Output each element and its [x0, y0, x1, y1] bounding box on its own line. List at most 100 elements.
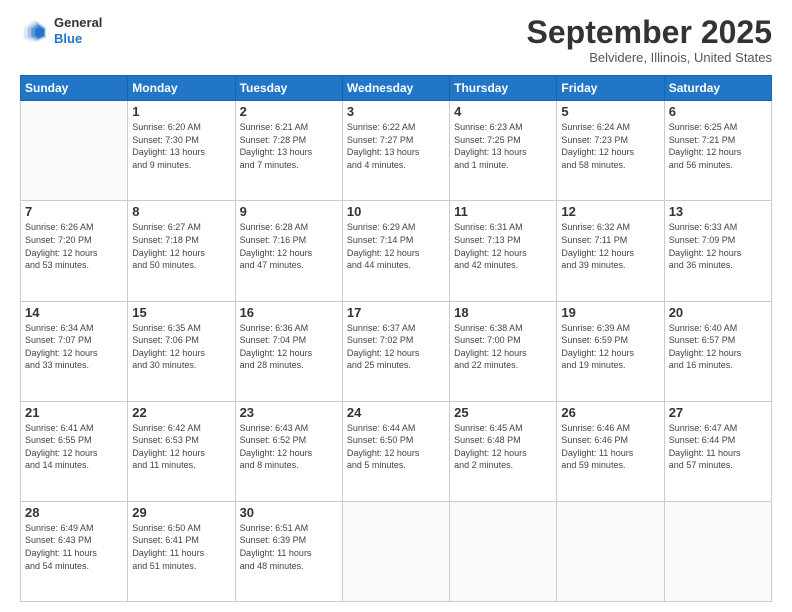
day-number: 18 [454, 305, 552, 320]
day-info: Sunrise: 6:42 AM Sunset: 6:53 PM Dayligh… [132, 422, 230, 472]
day-info: Sunrise: 6:36 AM Sunset: 7:04 PM Dayligh… [240, 322, 338, 372]
calendar-cell: 26 Sunrise: 6:46 AM Sunset: 6:46 PM Dayli… [557, 401, 664, 501]
calendar-cell: 4Sunrise: 6:23 AM Sunset: 7:25 PM Daylig… [450, 101, 557, 201]
calendar-cell: 19 Sunrise: 6:39 AM Sunset: 6:59 PM Dayli… [557, 301, 664, 401]
calendar-cell: 9 Sunrise: 6:28 AM Sunset: 7:16 PM Daylig… [235, 201, 342, 301]
day-number: 8 [132, 204, 230, 219]
title-section: September 2025 Belvidere, Illinois, Unit… [527, 15, 772, 65]
calendar-cell: 7Sunrise: 6:26 AM Sunset: 7:20 PM Daylig… [21, 201, 128, 301]
day-number: 11 [454, 204, 552, 219]
day-number: 14 [25, 305, 123, 320]
day-info: Sunrise: 6:28 AM Sunset: 7:16 PM Dayligh… [240, 221, 338, 271]
logo: General Blue [20, 15, 102, 46]
calendar-cell: 27 Sunrise: 6:47 AM Sunset: 6:44 PM Dayli… [664, 401, 771, 501]
day-info: Sunrise: 6:23 AM Sunset: 7:25 PM Dayligh… [454, 121, 552, 171]
day-number: 25 [454, 405, 552, 420]
day-info: Sunrise: 6:31 AM Sunset: 7:13 PM Dayligh… [454, 221, 552, 271]
day-info: Sunrise: 6:49 AM Sunset: 6:43 PM Dayligh… [25, 522, 123, 572]
calendar-header-sunday: Sunday [21, 76, 128, 101]
calendar-cell: 5 Sunrise: 6:24 AM Sunset: 7:23 PM Daylig… [557, 101, 664, 201]
calendar-cell: 2Sunrise: 6:21 AM Sunset: 7:28 PM Daylig… [235, 101, 342, 201]
location: Belvidere, Illinois, United States [527, 50, 772, 65]
day-info: Sunrise: 6:20 AM Sunset: 7:30 PM Dayligh… [132, 121, 230, 171]
calendar-cell: 28 Sunrise: 6:49 AM Sunset: 6:43 PM Dayli… [21, 501, 128, 601]
day-number: 28 [25, 505, 123, 520]
day-info: Sunrise: 6:25 AM Sunset: 7:21 PM Dayligh… [669, 121, 767, 171]
calendar-cell: 1 Sunrise: 6:20 AM Sunset: 7:30 PM Daylig… [128, 101, 235, 201]
day-number: 9 [240, 204, 338, 219]
calendar-cell: 10 Sunrise: 6:29 AM Sunset: 7:14 PM Dayli… [342, 201, 449, 301]
calendar-header-thursday: Thursday [450, 76, 557, 101]
header: General Blue September 2025 Belvidere, I… [20, 15, 772, 65]
day-info: Sunrise: 6:51 AM Sunset: 6:39 PM Dayligh… [240, 522, 338, 572]
day-info: Sunrise: 6:43 AM Sunset: 6:52 PM Dayligh… [240, 422, 338, 472]
day-number: 15 [132, 305, 230, 320]
day-info: Sunrise: 6:32 AM Sunset: 7:11 PM Dayligh… [561, 221, 659, 271]
day-number: 16 [240, 305, 338, 320]
calendar-cell: 16 Sunrise: 6:36 AM Sunset: 7:04 PM Dayli… [235, 301, 342, 401]
day-info: Sunrise: 6:24 AM Sunset: 7:23 PM Dayligh… [561, 121, 659, 171]
calendar-cell: 22 Sunrise: 6:42 AM Sunset: 6:53 PM Dayli… [128, 401, 235, 501]
page: General Blue September 2025 Belvidere, I… [0, 0, 792, 612]
calendar-cell: 17 Sunrise: 6:37 AM Sunset: 7:02 PM Dayli… [342, 301, 449, 401]
day-info: Sunrise: 6:29 AM Sunset: 7:14 PM Dayligh… [347, 221, 445, 271]
calendar-week-4: 21Sunrise: 6:41 AM Sunset: 6:55 PM Dayli… [21, 401, 772, 501]
day-info: Sunrise: 6:40 AM Sunset: 6:57 PM Dayligh… [669, 322, 767, 372]
calendar-cell: 8Sunrise: 6:27 AM Sunset: 7:18 PM Daylig… [128, 201, 235, 301]
day-info: Sunrise: 6:45 AM Sunset: 6:48 PM Dayligh… [454, 422, 552, 472]
day-info: Sunrise: 6:35 AM Sunset: 7:06 PM Dayligh… [132, 322, 230, 372]
day-number: 26 [561, 405, 659, 420]
calendar-cell: 11 Sunrise: 6:31 AM Sunset: 7:13 PM Dayli… [450, 201, 557, 301]
logo-icon [20, 16, 50, 46]
calendar-cell: 12 Sunrise: 6:32 AM Sunset: 7:11 PM Dayli… [557, 201, 664, 301]
day-number: 20 [669, 305, 767, 320]
calendar-cell [342, 501, 449, 601]
day-info: Sunrise: 6:37 AM Sunset: 7:02 PM Dayligh… [347, 322, 445, 372]
calendar-cell: 30Sunrise: 6:51 AM Sunset: 6:39 PM Dayli… [235, 501, 342, 601]
day-number: 2 [240, 104, 338, 119]
day-number: 6 [669, 104, 767, 119]
calendar-cell: 21Sunrise: 6:41 AM Sunset: 6:55 PM Dayli… [21, 401, 128, 501]
day-number: 19 [561, 305, 659, 320]
day-number: 23 [240, 405, 338, 420]
calendar-header-monday: Monday [128, 76, 235, 101]
day-number: 1 [132, 104, 230, 119]
calendar-cell: 18 Sunrise: 6:38 AM Sunset: 7:00 PM Dayli… [450, 301, 557, 401]
calendar-cell [450, 501, 557, 601]
month-title: September 2025 [527, 15, 772, 50]
day-number: 10 [347, 204, 445, 219]
calendar-week-1: 1 Sunrise: 6:20 AM Sunset: 7:30 PM Daylig… [21, 101, 772, 201]
calendar-header-wednesday: Wednesday [342, 76, 449, 101]
day-info: Sunrise: 6:38 AM Sunset: 7:00 PM Dayligh… [454, 322, 552, 372]
calendar-cell: 23 Sunrise: 6:43 AM Sunset: 6:52 PM Dayli… [235, 401, 342, 501]
day-info: Sunrise: 6:26 AM Sunset: 7:20 PM Dayligh… [25, 221, 123, 271]
calendar-cell: 29Sunrise: 6:50 AM Sunset: 6:41 PM Dayli… [128, 501, 235, 601]
day-number: 24 [347, 405, 445, 420]
calendar-cell: 15 Sunrise: 6:35 AM Sunset: 7:06 PM Dayli… [128, 301, 235, 401]
logo-general: General [54, 15, 102, 31]
day-number: 21 [25, 405, 123, 420]
day-info: Sunrise: 6:44 AM Sunset: 6:50 PM Dayligh… [347, 422, 445, 472]
day-info: Sunrise: 6:47 AM Sunset: 6:44 PM Dayligh… [669, 422, 767, 472]
calendar-cell: 20 Sunrise: 6:40 AM Sunset: 6:57 PM Dayli… [664, 301, 771, 401]
day-number: 5 [561, 104, 659, 119]
day-number: 13 [669, 204, 767, 219]
day-info: Sunrise: 6:46 AM Sunset: 6:46 PM Dayligh… [561, 422, 659, 472]
logo-text: General Blue [54, 15, 102, 46]
calendar-week-5: 28 Sunrise: 6:49 AM Sunset: 6:43 PM Dayli… [21, 501, 772, 601]
calendar-cell: 24 Sunrise: 6:44 AM Sunset: 6:50 PM Dayli… [342, 401, 449, 501]
calendar-header-tuesday: Tuesday [235, 76, 342, 101]
day-number: 22 [132, 405, 230, 420]
calendar-cell: 13 Sunrise: 6:33 AM Sunset: 7:09 PM Dayli… [664, 201, 771, 301]
calendar-header-friday: Friday [557, 76, 664, 101]
calendar-header-saturday: Saturday [664, 76, 771, 101]
day-number: 27 [669, 405, 767, 420]
day-info: Sunrise: 6:39 AM Sunset: 6:59 PM Dayligh… [561, 322, 659, 372]
calendar-week-2: 7Sunrise: 6:26 AM Sunset: 7:20 PM Daylig… [21, 201, 772, 301]
day-info: Sunrise: 6:50 AM Sunset: 6:41 PM Dayligh… [132, 522, 230, 572]
calendar-cell [557, 501, 664, 601]
day-number: 17 [347, 305, 445, 320]
day-info: Sunrise: 6:33 AM Sunset: 7:09 PM Dayligh… [669, 221, 767, 271]
calendar-cell: 25 Sunrise: 6:45 AM Sunset: 6:48 PM Dayli… [450, 401, 557, 501]
day-number: 12 [561, 204, 659, 219]
